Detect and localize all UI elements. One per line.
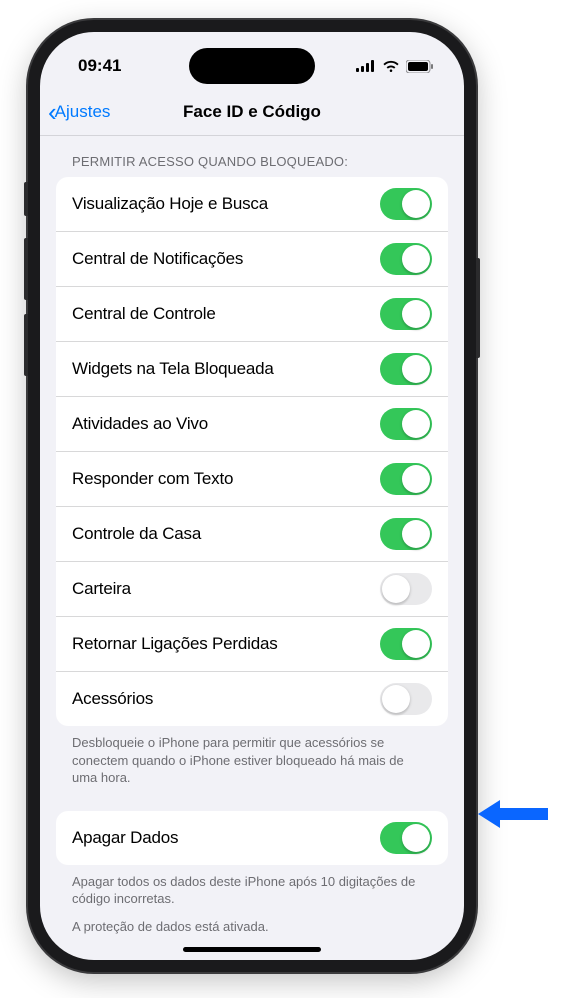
lock-access-footer: Desbloqueie o iPhone para permitir que a… (56, 726, 448, 787)
battery-icon (406, 60, 434, 73)
volume-up-button (24, 238, 28, 300)
row-return-missed-calls: Retornar Ligações Perdidas (56, 616, 448, 671)
row-accessories: Acessórios (56, 671, 448, 726)
toggle-accessories[interactable] (380, 683, 432, 715)
home-indicator[interactable] (183, 947, 321, 952)
row-label: Responder com Texto (72, 469, 233, 489)
row-reply-with-message: Responder com Texto (56, 451, 448, 506)
callout-arrow (478, 796, 548, 832)
toggle-return-missed-calls[interactable] (380, 628, 432, 660)
toggle-live-activities[interactable] (380, 408, 432, 440)
row-label: Atividades ao Vivo (72, 414, 208, 434)
row-label: Controle da Casa (72, 524, 201, 544)
screen: 09:41 ‹ Ajustes (40, 32, 464, 960)
row-wallet: Carteira (56, 561, 448, 616)
toggle-home-control[interactable] (380, 518, 432, 550)
erase-data-footer-1: Apagar todos os dados deste iPhone após … (56, 865, 448, 908)
toggle-wallet[interactable] (380, 573, 432, 605)
back-button[interactable]: ‹ Ajustes (48, 99, 110, 125)
row-live-activities: Atividades ao Vivo (56, 396, 448, 451)
wifi-icon (382, 60, 400, 72)
lock-access-header: Permitir acesso quando bloqueado: (56, 136, 448, 177)
power-button (476, 258, 480, 358)
volume-down-button (24, 314, 28, 376)
row-lockscreen-widgets: Widgets na Tela Bloqueada (56, 341, 448, 396)
row-label: Visualização Hoje e Busca (72, 194, 268, 214)
lock-access-group: Visualização Hoje e Busca Central de Not… (56, 177, 448, 726)
row-label: Acessórios (72, 689, 153, 709)
erase-data-footer-2: A proteção de dados está ativada. (56, 908, 448, 936)
dynamic-island (189, 48, 315, 84)
row-control-center: Central de Controle (56, 286, 448, 341)
toggle-notification-center[interactable] (380, 243, 432, 275)
row-label: Widgets na Tela Bloqueada (72, 359, 274, 379)
toggle-lockscreen-widgets[interactable] (380, 353, 432, 385)
status-time: 09:41 (78, 56, 121, 76)
row-label: Central de Controle (72, 304, 216, 324)
row-label: Central de Notificações (72, 249, 243, 269)
nav-bar: ‹ Ajustes Face ID e Código (40, 88, 464, 136)
row-today-search: Visualização Hoje e Busca (56, 177, 448, 231)
row-label: Carteira (72, 579, 131, 599)
toggle-erase-data[interactable] (380, 822, 432, 854)
row-label: Retornar Ligações Perdidas (72, 634, 278, 654)
back-label: Ajustes (55, 102, 111, 122)
cellular-icon (356, 60, 376, 72)
mute-switch (24, 182, 28, 216)
row-label: Apagar Dados (72, 828, 178, 848)
erase-data-group: Apagar Dados (56, 811, 448, 865)
toggle-control-center[interactable] (380, 298, 432, 330)
toggle-today-search[interactable] (380, 188, 432, 220)
settings-content[interactable]: Permitir acesso quando bloqueado: Visual… (40, 136, 464, 960)
row-home-control: Controle da Casa (56, 506, 448, 561)
row-notification-center: Central de Notificações (56, 231, 448, 286)
iphone-frame: 09:41 ‹ Ajustes (28, 20, 476, 972)
row-erase-data: Apagar Dados (56, 811, 448, 865)
toggle-reply-with-message[interactable] (380, 463, 432, 495)
